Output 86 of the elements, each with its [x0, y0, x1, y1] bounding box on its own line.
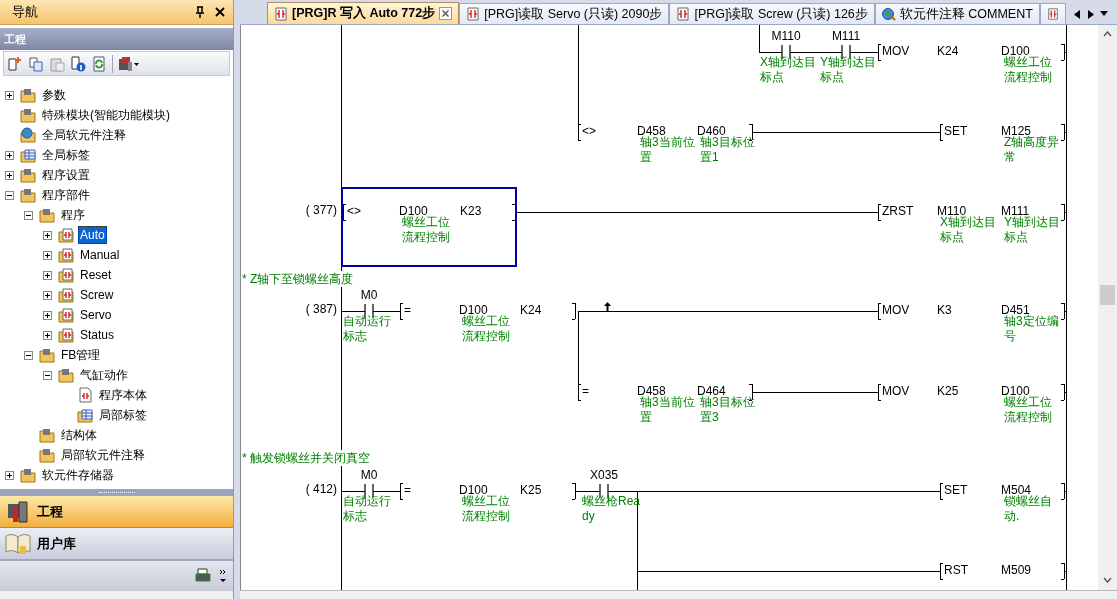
device-label: K23	[460, 203, 482, 219]
tree-item[interactable]: Screw	[78, 286, 116, 304]
tree-item[interactable]: Servo	[78, 306, 114, 324]
tree-item[interactable]: Manual	[78, 246, 122, 264]
device-label: D464	[697, 383, 726, 398]
device-label: M0	[360, 287, 378, 303]
editor-tab[interactable]: 软元件注释 COMMENT	[874, 3, 1040, 24]
device-comment: 自动运行标志	[343, 314, 392, 344]
tree-item[interactable]: 特殊模块(智能功能模块)	[40, 106, 172, 124]
tree-item[interactable]: 软元件存储器	[40, 466, 116, 484]
device-comment: 螺丝工位流程控制	[1004, 55, 1053, 85]
tree-item[interactable]: 局部标签	[97, 406, 149, 424]
device-comment: 轴3当前位置	[640, 395, 696, 425]
device-label: D100	[459, 302, 488, 317]
instruction-name: MOV	[882, 43, 910, 59]
device-label: M504	[1001, 482, 1032, 497]
instruction-name: =	[404, 482, 411, 498]
device-comment: Z轴高度异常	[1004, 135, 1061, 165]
tree-item[interactable]: 局部软元件注释	[59, 446, 147, 464]
device-label: K25	[520, 482, 542, 498]
instruction-name: RST	[944, 562, 968, 578]
tree-item[interactable]: 全局软元件注释	[40, 126, 128, 144]
rung-comment: * Z轴下至锁螺丝高度	[242, 271, 354, 287]
device-label: M0	[360, 467, 378, 483]
instruction-name: SET	[944, 482, 968, 498]
device-comment: 锁螺丝自动.	[1004, 494, 1053, 524]
tree-item[interactable]: 全局标签	[40, 146, 92, 164]
device-label: M110	[771, 28, 801, 44]
instruction-name: ZRST	[882, 203, 914, 219]
device-label: D100	[459, 482, 488, 497]
tree-item[interactable]: FB管理	[59, 346, 103, 364]
device-comment: 自动运行标志	[343, 494, 392, 524]
instruction-name: =	[582, 383, 589, 399]
device-label: M110	[937, 203, 967, 218]
device-comment: 螺丝工位流程控制	[402, 215, 451, 245]
instruction-name: <>	[347, 203, 361, 219]
tree-item[interactable]: 程序	[59, 206, 87, 224]
panel-tab[interactable]: 工程	[0, 496, 233, 528]
device-comment: X轴到达目标点	[760, 55, 817, 85]
tree-item[interactable]: Reset	[78, 266, 114, 284]
device-comment: Y轴到达目标点	[820, 55, 877, 85]
device-comment: 轴3当前位置	[640, 135, 696, 165]
tree-item[interactable]: Auto	[78, 226, 107, 244]
device-comment: 螺丝工位流程控制	[462, 494, 511, 524]
instruction-name: SET	[944, 123, 968, 139]
device-comment: 轴3目标位置3	[700, 395, 756, 425]
device-label: K24	[520, 302, 542, 318]
editor-tab[interactable]: [PRG]读取 Screw (只读) 126步	[669, 3, 875, 24]
device-comment: 轴3定位编号	[1004, 314, 1060, 344]
tree-item[interactable]: Status	[78, 326, 117, 344]
tree-item[interactable]: 程序部件	[40, 186, 92, 204]
tree-item[interactable]: 程序设置	[40, 166, 92, 184]
nav-title: 导航	[11, 3, 39, 22]
device-label: K25	[937, 383, 959, 399]
step-number: ( 387)	[305, 301, 337, 317]
device-label: D458	[637, 123, 666, 138]
instruction-name: <>	[582, 123, 596, 139]
device-label: M111	[831, 28, 861, 44]
panel-tab[interactable]: 用户库	[0, 528, 233, 560]
step-number: ( 412)	[305, 481, 337, 497]
editor-tab[interactable]: [PRG]读取 Servo (只读) 2090步	[459, 3, 670, 24]
device-comment: X轴到达目标点	[940, 215, 997, 245]
device-label: K24	[937, 43, 959, 59]
device-label: D100	[1001, 43, 1030, 58]
device-label: K3	[937, 302, 952, 318]
editor-tab[interactable]: [PRG]R 写入 Auto 772步	[267, 2, 460, 24]
instruction-name: =	[404, 302, 411, 318]
device-label: M509	[1001, 562, 1032, 578]
rung-comment: * 触发锁螺丝并关闭真空	[242, 450, 370, 466]
device-comment: Y轴到达目标点	[1004, 215, 1061, 245]
instruction-name: MOV	[882, 383, 910, 399]
tree-item[interactable]: 气缸动作	[78, 366, 130, 384]
device-label: X035	[590, 467, 618, 483]
device-label: D458	[637, 383, 666, 398]
tree-item[interactable]: 结构体	[59, 426, 99, 444]
device-comment: 轴3目标位置1	[700, 135, 756, 165]
device-label: D460	[697, 123, 726, 138]
section-title: 工程	[4, 31, 26, 47]
tree-item[interactable]: 参数	[40, 86, 68, 104]
device-comment: 螺丝工位流程控制	[1004, 395, 1053, 425]
device-label: D100	[1001, 383, 1030, 398]
instruction-name: MOV	[882, 302, 910, 318]
tree-item[interactable]: 程序本体	[97, 386, 149, 404]
device-label: D100	[399, 203, 428, 218]
device-comment: 螺丝工位流程控制	[462, 314, 511, 344]
step-number: ( 377)	[305, 202, 337, 218]
